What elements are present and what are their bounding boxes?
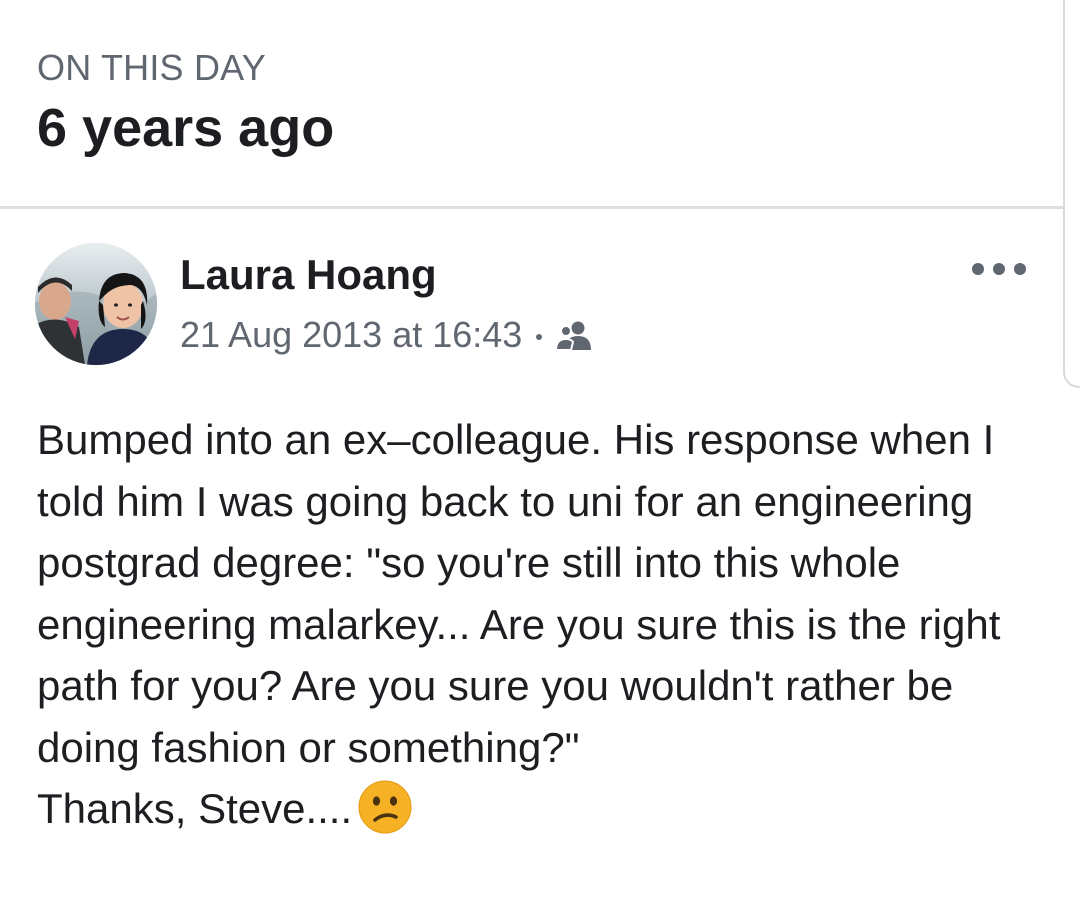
scrollbar-edge — [1063, 0, 1080, 388]
author-name[interactable]: Laura Hoang — [180, 251, 437, 299]
more-dot — [1014, 263, 1026, 275]
post-body: Bumped into an ex–colleague. His respons… — [37, 409, 1047, 840]
post-signoff-line: Thanks, Steve.... — [37, 778, 1047, 840]
post-text: Bumped into an ex–colleague. His respons… — [37, 416, 1001, 771]
memory-header: ON THIS DAY 6 years ago — [0, 0, 1063, 208]
memory-kicker: ON THIS DAY — [37, 47, 266, 88]
post-timestamp[interactable]: 21 Aug 2013 at 16:43 — [180, 314, 522, 356]
post-signoff: Thanks, Steve.... — [37, 785, 353, 832]
meta-separator-dot — [536, 334, 543, 340]
more-options-icon[interactable] — [972, 257, 1026, 281]
author-avatar[interactable] — [35, 243, 157, 365]
avatar-photo — [35, 243, 157, 365]
friends-icon[interactable] — [556, 320, 594, 350]
memory-years-ago: 6 years ago — [37, 98, 335, 158]
memory-post: Laura Hoang 21 Aug 2013 at 16:43 Bumped … — [0, 209, 1063, 922]
more-dot — [972, 263, 984, 275]
confused-face-emoji — [358, 780, 412, 834]
post-meta: 21 Aug 2013 at 16:43 — [180, 313, 594, 357]
more-dot — [993, 263, 1005, 275]
